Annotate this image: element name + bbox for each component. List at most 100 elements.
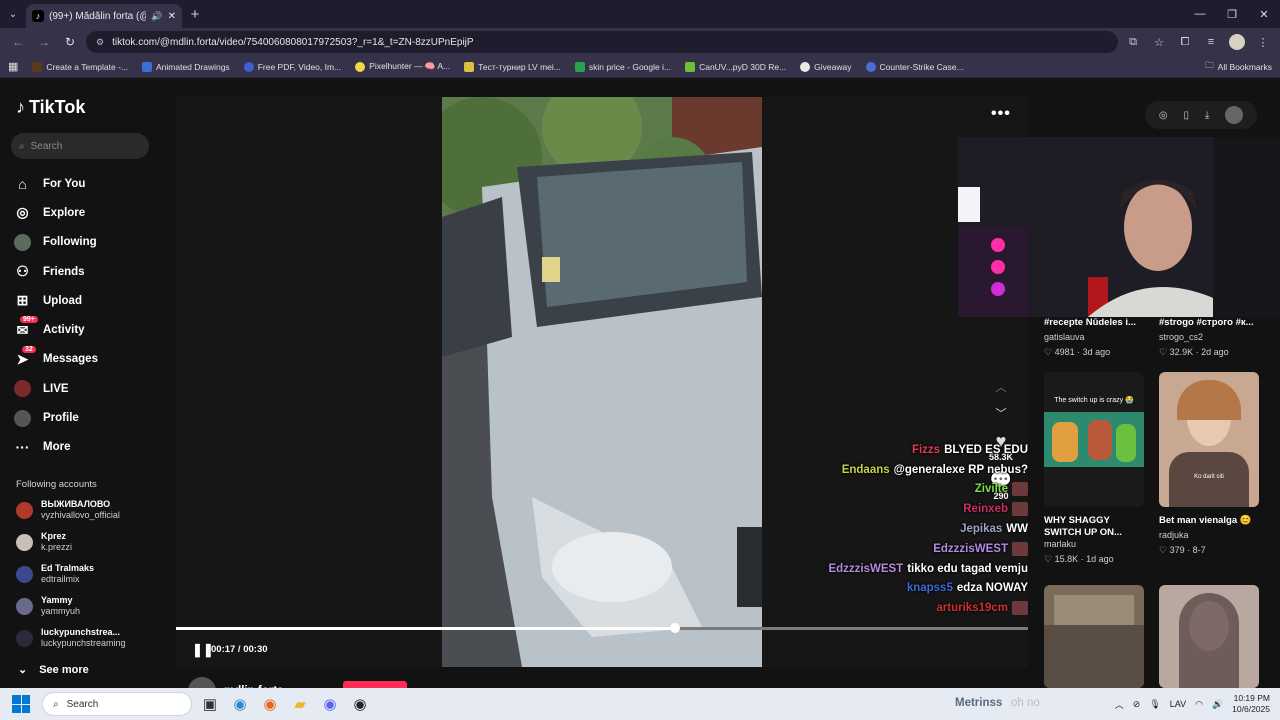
bookmark-item[interactable]: Pixelhunter — 🧠 A... <box>355 61 450 72</box>
activity-icon: ✉ <box>16 321 29 338</box>
menu-icon[interactable]: ⋮ <box>1254 33 1272 51</box>
back-icon[interactable]: ← <box>8 32 28 52</box>
wifi-icon[interactable]: ◠ <box>1195 699 1203 710</box>
following-account[interactable]: luckypunchstrea... luckypunchstreaming <box>16 627 126 649</box>
home-icon: ⌂ <box>18 175 27 192</box>
minimize-icon[interactable]: — <box>1184 0 1216 28</box>
close-window-icon[interactable]: ✕ <box>1248 0 1280 28</box>
system-clock[interactable]: 10:19 PM 10/6/2025 <box>1232 693 1270 715</box>
nav-friends[interactable]: ⚇ Friends <box>14 257 98 286</box>
firefox-icon[interactable]: ◉ <box>258 692 282 716</box>
nav-activity[interactable]: ✉ 99+ Activity <box>14 315 98 344</box>
tab-search-icon[interactable]: ⌄ <box>0 0 26 28</box>
audio-icon[interactable]: 🔊 <box>151 11 162 22</box>
chat-message: arturiks19cm <box>828 598 1028 618</box>
url-field[interactable]: ⚙ tiktok.com/@mdlin.forta/video/75400608… <box>86 31 1118 53</box>
bookmark-item[interactable]: CanUV...pyD 30D Re... <box>685 61 786 72</box>
video-frame[interactable] <box>442 97 762 667</box>
heart-outline-icon: ♡ <box>1044 347 1055 357</box>
more-icon: ··· <box>15 439 30 456</box>
nav-profile[interactable]: Profile <box>14 403 98 432</box>
tiktok-logo[interactable]: ♪ TikTok <box>16 97 85 118</box>
bookmark-item[interactable]: Free PDF, Video, Im... <box>243 61 341 72</box>
recommended-card[interactable]: #strogo #строго #к... strogo_cs2 ♡ 32.9K… <box>1159 317 1254 358</box>
device-icon[interactable]: ▯ <box>1183 110 1189 121</box>
maximize-icon[interactable]: ❐ <box>1216 0 1248 28</box>
windows-start-icon[interactable] <box>12 695 30 713</box>
file-explorer-icon[interactable]: ▰ <box>288 692 312 716</box>
coins-icon[interactable]: ◎ <box>1159 110 1168 121</box>
account-avatar <box>16 629 33 647</box>
site-info-icon[interactable]: ⚙ <box>96 37 104 48</box>
bookmark-item[interactable]: Counter-Strike Case... <box>865 61 964 72</box>
nav-more[interactable]: ··· More <box>14 433 98 462</box>
following-avatar-icon <box>14 233 31 251</box>
tiktok-note-icon: ♪ <box>16 97 25 117</box>
bookmark-item[interactable]: Create a Template -... <box>32 61 128 72</box>
following-account[interactable]: Yammy yammyuh <box>16 595 80 617</box>
recommended-card[interactable]: Bet man vienalga 😊 radjuka ♡ 379 · 8-7 <box>1159 515 1252 556</box>
video-progress-bar[interactable] <box>176 623 1028 633</box>
nav-upload[interactable]: ⊞ Upload <box>14 286 98 315</box>
volume-icon[interactable]: 🔊 <box>1212 699 1223 710</box>
recommended-thumbnail[interactable]: The switch up is crazy 😭 <box>1044 372 1144 507</box>
following-account[interactable]: Ed Tralmaks edtrailmix <box>16 563 94 585</box>
media-icon[interactable]: ≡ <box>1202 33 1220 51</box>
chevron-down-icon[interactable]: ﹀ <box>996 405 1007 421</box>
bookmark-item[interactable]: Giveaway <box>800 61 852 72</box>
cast-icon[interactable]: ⧉ <box>1124 33 1142 51</box>
apps-icon[interactable]: ▦ <box>8 60 18 73</box>
chrome-icon[interactable]: ◉ <box>228 692 252 716</box>
obs-icon[interactable]: ◉ <box>348 692 372 716</box>
live-avatar-icon <box>14 380 31 398</box>
nav-for-you[interactable]: ⌂ For You <box>14 169 98 198</box>
bookmark-star-icon[interactable]: ☆ <box>1150 33 1168 51</box>
all-bookmarks-button[interactable]: 🗀 All Bookmarks <box>1205 60 1272 74</box>
nav-following[interactable]: Following <box>14 228 98 257</box>
bookmark-item[interactable]: skin price - Google i... <box>574 61 671 72</box>
nav-explore[interactable]: ◎ Explore <box>14 198 98 227</box>
reload-icon[interactable]: ↻ <box>60 32 80 52</box>
see-more-button[interactable]: ⌄ See more <box>18 663 89 677</box>
nav-live[interactable]: LIVE <box>14 374 98 403</box>
language-indicator[interactable]: LAV <box>1170 699 1186 709</box>
network-icon[interactable]: ⊘ <box>1133 699 1141 710</box>
chat-message: Zivilte <box>828 480 1028 500</box>
user-avatar[interactable] <box>1225 106 1244 124</box>
chat-emote-icon <box>1012 541 1028 556</box>
more-options-icon[interactable]: ••• <box>991 105 1011 123</box>
messages-icon: ➤ <box>16 350 29 367</box>
chevron-up-icon[interactable]: ︿ <box>996 379 1007 395</box>
webcam-image <box>958 137 1280 317</box>
bookmark-item[interactable]: Тест-турнир LV mei... <box>464 61 561 72</box>
account-avatar <box>16 501 33 519</box>
tab-close-icon[interactable]: ✕ <box>168 11 176 22</box>
mic-icon[interactable]: 🎙 <box>1149 699 1160 710</box>
recommended-thumbnail[interactable]: Ko darit citi <box>1159 372 1259 507</box>
following-account[interactable]: Kprez k.prezzi <box>16 531 72 553</box>
follow-button[interactable] <box>343 681 407 688</box>
nav-messages[interactable]: ➤ 32 Messages <box>14 345 98 374</box>
account-avatar <box>16 565 33 583</box>
discord-icon[interactable]: ◉ <box>318 692 342 716</box>
new-tab-button[interactable]: + <box>182 6 208 23</box>
taskbar-search[interactable]: ⌕ Search <box>42 692 192 716</box>
tray-chevron-icon[interactable]: ︿ <box>1115 698 1124 711</box>
bookmarks-bar: ▦ Create a Template -... Animated Drawin… <box>0 56 1280 78</box>
recommended-thumbnail[interactable] <box>1044 585 1144 688</box>
download-icon[interactable]: ⤓ <box>1205 110 1209 121</box>
recommended-card[interactable]: #recepte Nūdeles i... gatislauva ♡ 4981 … <box>1044 317 1136 358</box>
task-view-icon[interactable]: ▣ <box>198 692 222 716</box>
following-account[interactable]: ВЫЖИВАЛОВО vyzhivallovo_official <box>16 499 120 521</box>
bookmark-item[interactable]: Animated Drawings <box>141 61 230 72</box>
recommended-card[interactable]: WHY SHAGGY SWITCH UP ON... marlaku ♡ 15.… <box>1044 515 1134 565</box>
forward-icon[interactable]: → <box>34 32 54 52</box>
recommended-thumbnail[interactable] <box>1159 585 1259 688</box>
extensions-icon[interactable]: ⧠ <box>1176 33 1194 51</box>
streamer-webcam-overlay <box>958 137 1280 317</box>
search-input[interactable]: ⌕ Search <box>11 133 149 159</box>
profile-avatar[interactable] <box>1228 33 1246 51</box>
browser-tab[interactable]: ♪ (99+) Mădălin forta (@mdlin... 🔊 ✕ <box>26 4 182 28</box>
activity-badge: 99+ <box>20 316 38 324</box>
main-nav: ⌂ For You ◎ Explore Following ⚇ Friends ⊞ Up… <box>14 169 98 462</box>
